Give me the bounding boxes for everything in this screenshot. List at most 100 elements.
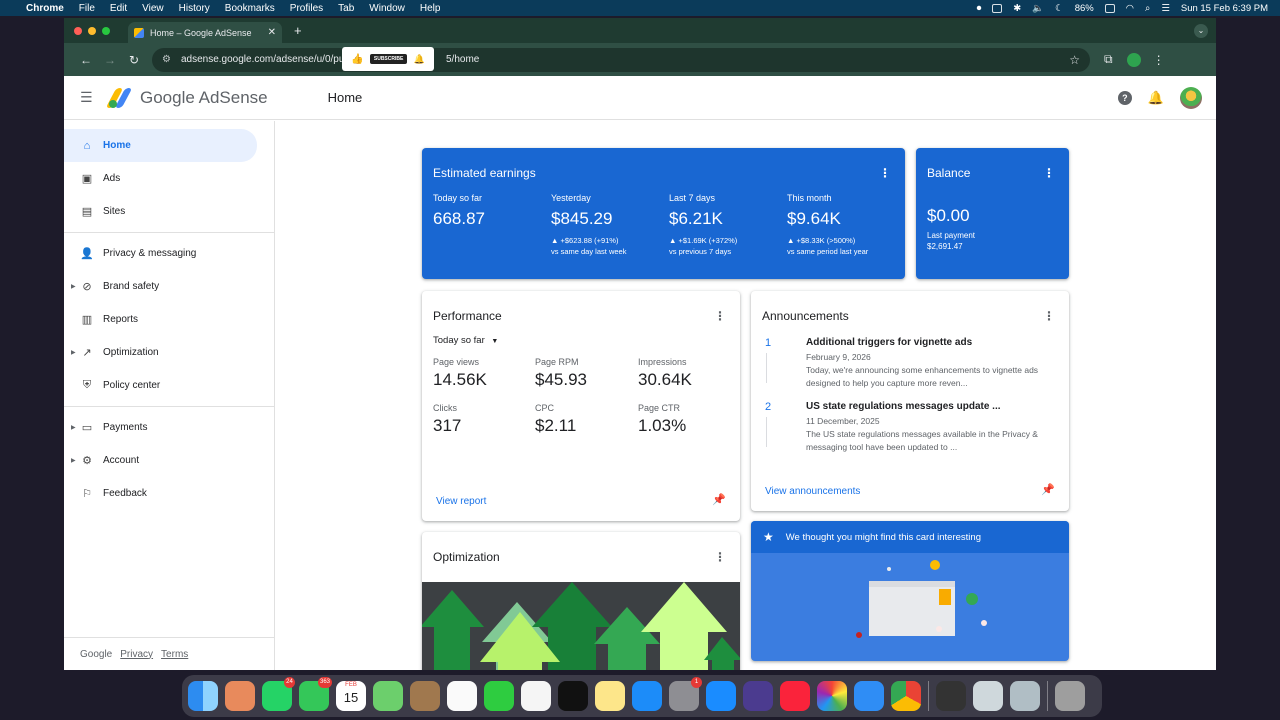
expand-caret-icon[interactable]: ▶ [71, 424, 76, 431]
safari-icon[interactable] [706, 681, 736, 711]
notes-icon[interactable] [595, 681, 625, 711]
new-tab-button[interactable]: + [294, 23, 302, 38]
pin-icon[interactable]: 📌 [1041, 483, 1055, 496]
sidebar-item-privacy-messaging[interactable]: 👤 Privacy & messaging [64, 237, 274, 270]
reload-button[interactable]: ↻ [122, 53, 146, 67]
sidebar-item-policy-center[interactable]: ⛨ Policy center [64, 369, 274, 402]
tab-adsense-home[interactable]: Home – Google AdSense ✕ [128, 22, 282, 43]
expand-caret-icon[interactable]: ▶ [71, 283, 76, 290]
volume-icon[interactable]: 🔈 [1032, 3, 1044, 14]
perf-metric-clicks[interactable]: Clicks 317 [433, 403, 461, 436]
bookmark-star-icon[interactable]: ☆ [1069, 53, 1080, 67]
sidebar-item-optimization[interactable]: ▶ ↗ Optimization [64, 336, 274, 369]
earnings-more-icon[interactable]: ⋮ [879, 166, 891, 180]
thumbs-up-icon[interactable]: 👍 [351, 54, 363, 65]
app-store-icon[interactable] [632, 681, 662, 711]
sidebar-item-feedback[interactable]: ⚐ Feedback [64, 477, 274, 510]
facetime-icon[interactable] [484, 681, 514, 711]
performance-more-icon[interactable]: ⋮ [714, 309, 726, 323]
wifi-icon[interactable]: ◠ [1126, 3, 1134, 14]
sidebar-item-home[interactable]: ⌂ Home [64, 129, 257, 162]
forward-button[interactable]: → [98, 53, 122, 67]
sidebar-item-sites[interactable]: ▤ Sites [64, 195, 274, 228]
back-button[interactable]: ← [74, 53, 98, 67]
maps-icon[interactable] [373, 681, 403, 711]
davinci-resolve-icon[interactable] [936, 681, 966, 711]
menu-profiles[interactable]: Profiles [290, 3, 323, 14]
announcements-more-icon[interactable]: ⋮ [1043, 309, 1055, 323]
menu-app-name[interactable]: Chrome [26, 3, 64, 14]
moon-icon[interactable]: ☾ [1055, 3, 1064, 14]
menu-file[interactable]: File [79, 3, 95, 14]
sidebar-item-ads[interactable]: ▣ Ads [64, 162, 274, 195]
view-report-link[interactable]: View report [436, 496, 486, 507]
expand-caret-icon[interactable]: ▶ [71, 457, 76, 464]
zoom-window-button[interactable] [102, 26, 110, 35]
help-icon[interactable]: ? [1117, 90, 1132, 105]
profile-avatar[interactable] [1126, 52, 1141, 67]
trash-icon[interactable] [1055, 681, 1085, 711]
preview-icon[interactable] [973, 681, 1003, 711]
address-bar[interactable]: ⚙ adsense.google.com/adsense/u/0/pub 5/h… [152, 47, 1090, 72]
notifications-bell-icon[interactable]: 🔔 [1148, 90, 1164, 106]
contacts-icon[interactable] [410, 681, 440, 711]
system-settings-icon[interactable]: 1 [669, 677, 702, 711]
perf-metric-page-views[interactable]: Page views 14.56K [433, 357, 487, 390]
close-tab-icon[interactable]: ✕ [268, 27, 276, 38]
subscribe-button[interactable]: SUBSCRIBE [369, 54, 408, 64]
reminders-icon[interactable] [447, 681, 477, 711]
control-center-icon[interactable]: ☰ [1161, 3, 1170, 14]
apple-tv-icon[interactable] [558, 681, 588, 711]
calendar-icon[interactable]: FEB 15 [336, 681, 366, 711]
perf-metric-cpc[interactable]: CPC $2.11 [535, 403, 576, 436]
screenshot-app-icon[interactable] [743, 681, 773, 711]
perf-metric-page-ctr[interactable]: Page CTR 1.03% [638, 403, 686, 436]
site-info-icon[interactable]: ⚙ [162, 54, 171, 65]
earnings-metric-this-month[interactable]: This month $9.64K ▲ +$8.33K (>500%) vs sa… [787, 193, 868, 257]
optimization-more-icon[interactable]: ⋮ [714, 550, 726, 564]
earnings-metric-last-7-days[interactable]: Last 7 days $6.21K ▲ +$1.69K (+372%) vs p… [669, 193, 737, 257]
close-window-button[interactable] [74, 26, 82, 35]
menu-history[interactable]: History [179, 3, 210, 14]
launchpad-icon[interactable] [225, 681, 255, 711]
menu-help[interactable]: Help [420, 3, 441, 14]
sidebar-item-brand-safety[interactable]: ▶ ⊘ Brand safety [64, 270, 274, 303]
tab-search-chevron-icon[interactable]: ⌄ [1194, 24, 1208, 38]
menu-view[interactable]: View [142, 3, 164, 14]
browser-menu-icon[interactable]: ⋮ [1153, 53, 1165, 67]
battery-icon[interactable] [1104, 3, 1115, 13]
perf-metric-impressions[interactable]: Impressions 30.64K [638, 357, 692, 390]
photos-icon[interactable] [817, 681, 847, 711]
footer-terms-link[interactable]: Terms [161, 649, 188, 660]
earnings-metric-today[interactable]: Today so far 668.87 [433, 193, 485, 229]
menu-window[interactable]: Window [369, 3, 405, 14]
finder-icon[interactable] [188, 681, 218, 711]
menu-edit[interactable]: Edit [110, 3, 127, 14]
adsense-logo[interactable]: Google AdSense [105, 87, 268, 108]
footer-privacy-link[interactable]: Privacy [120, 649, 153, 660]
spotlight-icon[interactable]: ⌕ [1145, 3, 1150, 14]
hamburger-menu-icon[interactable]: ☰ [80, 89, 94, 106]
menu-bookmarks[interactable]: Bookmarks [225, 3, 275, 14]
screen-mirror-icon[interactable] [992, 3, 1003, 13]
earnings-metric-yesterday[interactable]: Yesterday $845.29 ▲ +$623.88 (+91%) vs sa… [551, 193, 626, 257]
view-announcements-link[interactable]: View announcements [765, 486, 860, 497]
bluetooth-icon[interactable]: ✱ [1013, 3, 1021, 14]
extensions-icon[interactable]: ⧉ [1104, 52, 1113, 67]
perf-metric-page-rpm[interactable]: Page RPM $45.93 [535, 357, 587, 390]
music-icon[interactable] [780, 681, 810, 711]
account-avatar[interactable] [1180, 86, 1202, 109]
whatsapp-icon[interactable]: 24 [262, 677, 295, 711]
bell-icon[interactable]: 🔔 [414, 54, 425, 65]
freeform-icon[interactable] [521, 681, 551, 711]
minimize-window-button[interactable] [88, 26, 96, 35]
menubar-clock[interactable]: Sun 15 Feb 6:39 PM [1181, 3, 1268, 14]
mail-icon[interactable] [854, 681, 884, 711]
menu-tab[interactable]: Tab [338, 3, 354, 14]
sidebar-item-payments[interactable]: ▶ ▭ Payments [64, 411, 274, 444]
record-icon[interactable]: ⏺ [977, 3, 982, 14]
pin-icon[interactable]: 📌 [712, 493, 726, 506]
font-book-icon[interactable] [1010, 681, 1040, 711]
messages-icon[interactable]: 363 [299, 677, 332, 711]
sidebar-item-account[interactable]: ▶ ⚙ Account [64, 444, 274, 477]
